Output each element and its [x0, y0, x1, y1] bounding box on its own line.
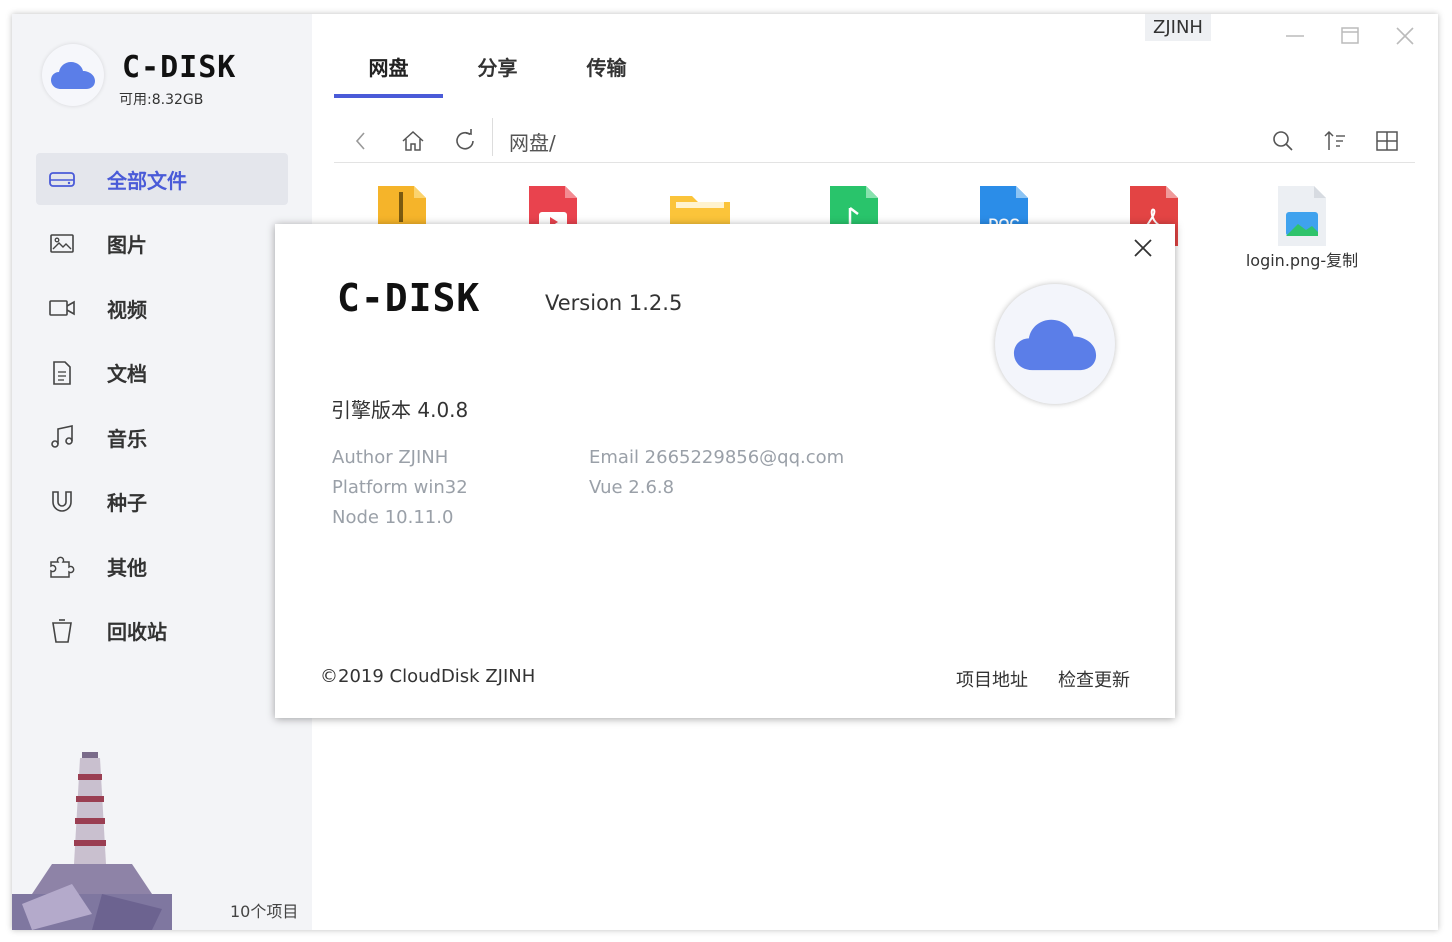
sidebar-item-torrents[interactable]: 种子	[36, 476, 288, 528]
toolbar-separator	[492, 118, 493, 156]
app-window: C-DISK 可用:8.32GB 全部文件 图片 视频 文档 音乐 种子 其他 …	[12, 14, 1438, 930]
file-name-label[interactable]: login.png-复制	[1232, 247, 1372, 271]
about-dialog: C-DISK Version 1.2.5 引擎版本 4.0.8 Author Z…	[275, 224, 1175, 718]
grid-view-icon[interactable]	[1374, 128, 1400, 154]
sidebar-item-label: 种子	[107, 491, 147, 515]
dialog-logo	[995, 284, 1115, 404]
sidebar-item-images[interactable]: 图片	[36, 218, 288, 270]
sidebar-item-label: 其他	[107, 555, 147, 580]
cloud-icon	[1013, 319, 1097, 371]
item-count: 10个项目	[230, 902, 299, 921]
app-logo	[42, 44, 104, 106]
image-icon	[50, 233, 74, 253]
sidebar-item-label: 图片	[107, 233, 147, 257]
app-version: Version 1.2.5	[545, 291, 683, 315]
sidebar-item-label: 视频	[107, 297, 147, 322]
lighthouse-illustration	[12, 752, 172, 930]
main-tabs: 网盘 分享 传输	[334, 52, 661, 98]
author-info: Author ZJINH	[332, 447, 449, 468]
close-icon[interactable]	[1131, 236, 1155, 260]
vue-info: Vue 2.6.8	[589, 477, 675, 498]
search-icon[interactable]	[1270, 128, 1296, 154]
music-note-icon	[51, 425, 73, 448]
breadcrumb-path: 网盘/	[509, 131, 556, 155]
copyright-text: ©2019 CloudDisk ZJINH	[320, 666, 536, 687]
user-name-badge[interactable]: ZJINH	[1145, 14, 1211, 41]
minimize-icon[interactable]	[1282, 24, 1308, 48]
engine-version: 引擎版本 4.0.8	[331, 398, 469, 422]
maximize-icon[interactable]	[1337, 24, 1363, 48]
tab-transfer[interactable]: 传输	[552, 52, 661, 98]
check-update-link[interactable]: 检查更新	[1058, 666, 1130, 692]
storage-available: 可用:8.32GB	[119, 92, 204, 108]
sidebar-item-videos[interactable]: 视频	[36, 282, 288, 334]
refresh-icon[interactable]	[452, 128, 478, 154]
image-file-icon[interactable]	[1272, 186, 1332, 246]
sidebar-item-label: 回收站	[107, 620, 167, 644]
sidebar-item-others[interactable]: 其他	[36, 540, 288, 592]
close-icon[interactable]	[1392, 24, 1418, 48]
email-info: Email 2665229856@qq.com	[589, 447, 845, 468]
tab-netdisk[interactable]: 网盘	[334, 52, 443, 98]
home-icon[interactable]	[400, 128, 426, 154]
sidebar-item-label: 音乐	[107, 426, 147, 451]
puzzle-icon	[50, 556, 75, 578]
sidebar: C-DISK 可用:8.32GB 全部文件 图片 视频 文档 音乐 种子 其他 …	[12, 14, 312, 930]
sidebar-item-music[interactable]: 音乐	[36, 411, 288, 463]
sidebar-item-all-files[interactable]: 全部文件	[36, 153, 288, 205]
dialog-brand: C-DISK	[337, 276, 481, 320]
sort-icon[interactable]	[1322, 128, 1348, 154]
project-link[interactable]: 项目地址	[956, 666, 1028, 692]
sidebar-nav: 全部文件 图片 视频 文档 音乐 种子 其他 回收站	[36, 153, 288, 669]
sidebar-item-label: 全部文件	[107, 168, 187, 193]
sidebar-item-trash[interactable]: 回收站	[36, 605, 288, 657]
platform-info: Platform win32	[332, 477, 468, 498]
trash-icon	[52, 618, 72, 643]
sidebar-item-documents[interactable]: 文档	[36, 347, 288, 399]
magnet-icon	[52, 490, 72, 512]
brand-title: C-DISK	[122, 50, 237, 85]
tab-share[interactable]: 分享	[443, 52, 552, 98]
back-icon[interactable]	[348, 128, 374, 154]
document-icon	[53, 360, 71, 385]
node-info: Node 10.11.0	[332, 507, 454, 528]
hard-drive-icon	[49, 172, 75, 187]
toolbar: 网盘/	[334, 118, 1415, 163]
cloud-icon	[51, 62, 95, 89]
sidebar-item-label: 文档	[107, 362, 147, 386]
video-camera-icon	[49, 300, 75, 316]
